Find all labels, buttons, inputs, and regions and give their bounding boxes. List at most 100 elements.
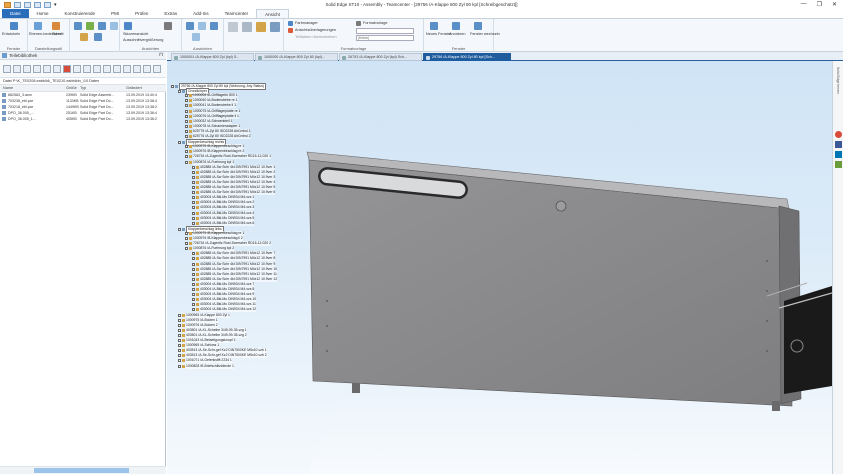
back-icon[interactable] <box>3 65 11 73</box>
visibility-checkbox[interactable] <box>192 277 195 281</box>
facebook-icon[interactable] <box>835 141 842 148</box>
visibility-checkbox[interactable] <box>185 237 188 240</box>
visibility-checkbox[interactable] <box>192 165 195 169</box>
visibility-checkbox[interactable] <box>185 160 188 164</box>
tab-konstruierende[interactable]: Konstruierende <box>57 9 104 18</box>
section-icon[interactable] <box>52 22 60 30</box>
arrange-icon[interactable] <box>452 22 460 30</box>
library-path[interactable]: Datei P:\K_TE0208.eabbild\_TE0210.eabbil… <box>0 78 166 85</box>
visibility-checkbox[interactable] <box>178 359 181 363</box>
close-icon[interactable] <box>153 65 161 73</box>
tab-home[interactable]: Home <box>29 9 57 18</box>
forward-icon[interactable] <box>13 65 21 73</box>
doc-tab-active[interactable]: 29756 /A-Klappe 800 Zyl 80 kpl [Sch... <box>423 53 511 61</box>
doc-tab[interactable]: 1000000 /A-Klappe 800 Zyl 80 (kpl)... <box>255 53 338 61</box>
align-3-icon[interactable] <box>210 22 218 30</box>
view-2-icon[interactable] <box>86 22 94 30</box>
visibility-checkbox[interactable] <box>192 267 195 271</box>
visibility-checkbox[interactable] <box>185 231 188 235</box>
visibility-checkbox[interactable] <box>192 282 195 286</box>
format-template-label[interactable]: Formatvorlage <box>363 21 387 25</box>
tab-pmi[interactable]: PMI <box>103 9 127 18</box>
display-icon[interactable] <box>228 22 238 32</box>
align-icon[interactable] <box>186 22 194 30</box>
visibility-checkbox[interactable] <box>178 328 181 332</box>
visibility-checkbox[interactable] <box>192 303 195 307</box>
sketch-view-icon[interactable] <box>124 22 132 30</box>
visibility-checkbox[interactable] <box>185 155 188 159</box>
visibility-checkbox[interactable] <box>178 333 181 337</box>
view-6-icon[interactable] <box>94 33 102 41</box>
doc-tab[interactable]: 1000001 /A-Klappe 800 Zyl (kpl) S... <box>171 53 254 61</box>
3d-viewport[interactable]: 29756 /A-Klappe 800 Zyl 80 kpl (Wohnung,… <box>167 61 832 474</box>
visibility-checkbox[interactable] <box>178 313 181 317</box>
visibility-checkbox[interactable] <box>185 104 188 108</box>
pin-icon[interactable]: ⊓ <box>159 52 163 58</box>
visibility-checkbox[interactable] <box>178 323 181 327</box>
column-type[interactable]: Typ <box>80 86 86 90</box>
visibility-checkbox[interactable] <box>192 257 195 261</box>
view-overlays-icon[interactable] <box>288 28 293 33</box>
visibility-checkbox[interactable] <box>192 221 195 225</box>
visibility-checkbox[interactable] <box>185 242 188 246</box>
visibility-checkbox[interactable] <box>178 141 181 145</box>
visibility-checkbox[interactable] <box>185 247 188 251</box>
folder-up-icon[interactable] <box>23 65 31 73</box>
visibility-checkbox[interactable] <box>185 94 188 98</box>
visibility-checkbox[interactable] <box>185 145 188 149</box>
visibility-checkbox[interactable] <box>192 180 195 184</box>
visibility-checkbox[interactable] <box>185 129 188 133</box>
visibility-checkbox[interactable] <box>178 364 181 368</box>
visibility-checkbox[interactable] <box>192 288 195 291</box>
visibility-checkbox[interactable] <box>192 186 195 189</box>
visibility-checkbox[interactable] <box>185 109 188 113</box>
view-3-icon[interactable] <box>98 22 106 30</box>
visibility-checkbox[interactable] <box>192 175 195 179</box>
visibility-checkbox[interactable] <box>192 170 195 174</box>
tab-ansicht[interactable]: Ansicht <box>256 9 289 18</box>
visibility-checkbox[interactable] <box>192 201 195 205</box>
visibility-checkbox[interactable] <box>192 308 195 312</box>
help-icon[interactable] <box>835 131 842 138</box>
override-colors-label[interactable]: Teilfarben überschreiben <box>295 35 337 39</box>
visibility-checkbox[interactable] <box>178 339 181 342</box>
switch-window-icon[interactable] <box>474 22 482 30</box>
visibility-checkbox[interactable] <box>192 272 195 276</box>
visibility-checkbox[interactable] <box>185 119 188 123</box>
visibility-checkbox[interactable] <box>185 124 188 128</box>
view-icon[interactable] <box>74 22 82 30</box>
tree-node[interactable]: 1000828 /B-Briefschlitzblende 1 <box>178 363 234 369</box>
community-icon[interactable] <box>835 161 842 168</box>
more-icon[interactable] <box>143 65 151 73</box>
display-4-icon[interactable] <box>270 22 280 32</box>
tab-pruefen[interactable]: Prüfen <box>127 9 156 18</box>
visibility-checkbox[interactable] <box>171 85 174 88</box>
favorites-icon[interactable] <box>73 65 81 73</box>
visibility-checkbox[interactable] <box>192 293 195 297</box>
column-size[interactable]: Größe <box>66 86 77 90</box>
style-select[interactable] <box>356 28 414 34</box>
close-button[interactable]: ✕ <box>832 1 837 8</box>
view-list-icon[interactable] <box>43 65 51 73</box>
display-2-icon[interactable] <box>242 22 252 32</box>
format-template-icon[interactable] <box>356 21 361 26</box>
color-manager-icon[interactable] <box>288 21 293 26</box>
visibility-checkbox[interactable] <box>185 114 188 118</box>
refresh-icon[interactable] <box>33 65 41 73</box>
list-item[interactable]: DPO_36.005_1... 405KB Solid Edge Part Do… <box>0 116 166 122</box>
visibility-checkbox[interactable] <box>178 354 181 358</box>
develop-icon[interactable] <box>10 22 18 30</box>
arrange-label[interactable]: Anordnen <box>449 32 465 36</box>
visibility-checkbox[interactable] <box>178 227 181 231</box>
column-modified[interactable]: Geändert <box>126 86 142 90</box>
learn-panel-label[interactable]: Solid Edge lernen <box>836 67 840 94</box>
visibility-checkbox[interactable] <box>192 298 195 302</box>
visibility-checkbox[interactable] <box>185 135 188 138</box>
align-2-icon[interactable] <box>198 22 206 30</box>
style-select-none[interactable]: (Keine) <box>356 35 414 41</box>
visibility-checkbox[interactable] <box>192 252 195 256</box>
visibility-checkbox[interactable] <box>192 262 195 266</box>
linkedin-icon[interactable] <box>835 151 842 158</box>
visibility-checkbox[interactable] <box>178 349 181 353</box>
color-manager-label[interactable]: Farbmanager <box>295 21 318 25</box>
